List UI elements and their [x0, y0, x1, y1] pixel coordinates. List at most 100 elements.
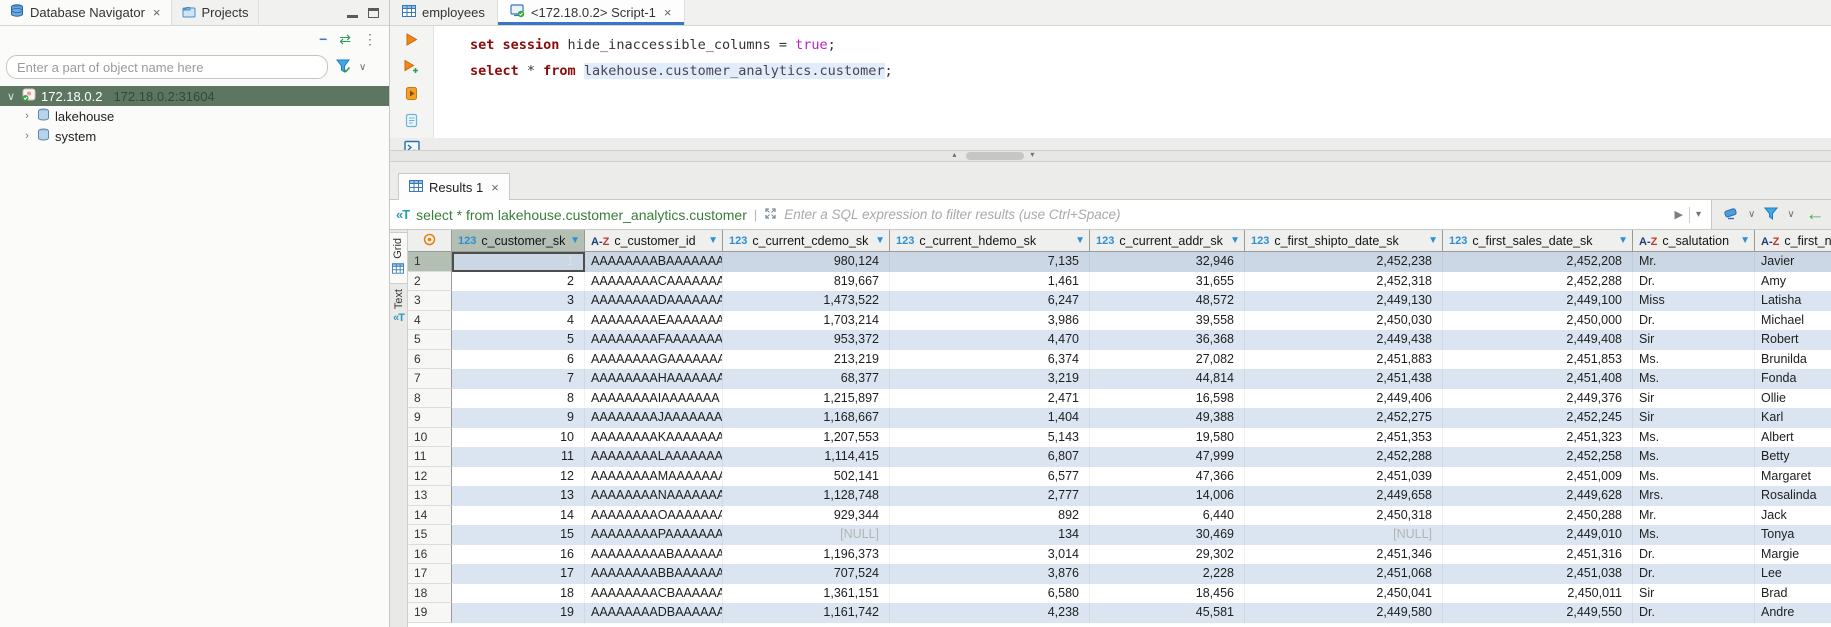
- column-header-c_first_name[interactable]: A-Zc_first_name▼: [1755, 230, 1831, 251]
- cell-c_first_sales_date_sk[interactable]: 2,452,258: [1443, 447, 1633, 467]
- cell-c_first_name[interactable]: Betty: [1755, 447, 1831, 467]
- cell-c_current_hdemo_sk[interactable]: 7,135: [890, 252, 1090, 272]
- cell-c_current_addr_sk[interactable]: 31,655: [1090, 272, 1245, 292]
- expand-filter-icon[interactable]: [764, 207, 777, 223]
- cell-c_first_name[interactable]: Brunilda: [1755, 350, 1831, 370]
- cell-c_current_cdemo_sk[interactable]: 707,524: [723, 564, 890, 584]
- cell-c_salutation[interactable]: Dr.: [1633, 545, 1755, 565]
- row-number[interactable]: 10: [408, 428, 452, 448]
- row-number[interactable]: 2: [408, 272, 452, 292]
- cell-c_first_name[interactable]: Rosalinda: [1755, 486, 1831, 506]
- cell-c_salutation[interactable]: Ms.: [1633, 447, 1755, 467]
- cell-c_first_name[interactable]: Tonya: [1755, 525, 1831, 545]
- cell-c_current_hdemo_sk[interactable]: 4,470: [890, 330, 1090, 350]
- cell-c_first_sales_date_sk[interactable]: 2,451,323: [1443, 428, 1633, 448]
- cell-c_first_name[interactable]: Robert: [1755, 330, 1831, 350]
- cell-c_customer_id[interactable]: AAAAAAAAJAAAAAAA: [585, 408, 723, 428]
- cell-c_salutation[interactable]: Dr.: [1633, 311, 1755, 331]
- cell-c_current_addr_sk[interactable]: 47,366: [1090, 467, 1245, 487]
- sql-code[interactable]: set session hide_inaccessible_columns = …: [434, 26, 893, 138]
- tree-item-connection[interactable]: ∨ 172.18.0.2 172.18.0.2:31604: [0, 86, 389, 106]
- cell-c_customer_sk[interactable]: 1: [452, 252, 585, 272]
- maximize-icon[interactable]: [368, 8, 379, 18]
- cell-c_current_addr_sk[interactable]: 36,368: [1090, 330, 1245, 350]
- column-header-c_first_shipto_date_sk[interactable]: 123c_first_shipto_date_sk▼: [1245, 230, 1443, 251]
- clear-filter-icon[interactable]: [1722, 206, 1739, 223]
- cell-c_current_cdemo_sk[interactable]: 1,196,373: [723, 545, 890, 565]
- cell-c_current_addr_sk[interactable]: 48,572: [1090, 291, 1245, 311]
- cell-c_current_hdemo_sk[interactable]: 6,374: [890, 350, 1090, 370]
- cell-c_customer_sk[interactable]: 2: [452, 272, 585, 292]
- cell-c_first_shipto_date_sk[interactable]: [NULL]: [1245, 525, 1443, 545]
- cell-c_current_addr_sk[interactable]: 30,469: [1090, 525, 1245, 545]
- sort-dropdown-icon[interactable]: ▼: [1230, 235, 1240, 246]
- close-icon[interactable]: ×: [664, 5, 672, 20]
- cell-c_first_name[interactable]: Fonda: [1755, 369, 1831, 389]
- cell-c_salutation[interactable]: Ms.: [1633, 525, 1755, 545]
- cell-c_salutation[interactable]: Dr.: [1633, 603, 1755, 623]
- cell-c_first_sales_date_sk[interactable]: 2,449,010: [1443, 525, 1633, 545]
- cell-c_customer_id[interactable]: AAAAAAAAHAAAAAAA: [585, 369, 723, 389]
- column-header-c_current_hdemo_sk[interactable]: 123c_current_hdemo_sk▼: [890, 230, 1090, 251]
- cell-c_current_hdemo_sk[interactable]: 3,219: [890, 369, 1090, 389]
- cell-c_first_shipto_date_sk[interactable]: 2,452,288: [1245, 447, 1443, 467]
- cell-c_first_sales_date_sk[interactable]: 2,451,853: [1443, 350, 1633, 370]
- cell-c_customer_sk[interactable]: 13: [452, 486, 585, 506]
- cell-c_current_cdemo_sk[interactable]: 1,473,522: [723, 291, 890, 311]
- cell-c_current_hdemo_sk[interactable]: 3,876: [890, 564, 1090, 584]
- cell-c_current_hdemo_sk[interactable]: 1,404: [890, 408, 1090, 428]
- column-header-c_first_sales_date_sk[interactable]: 123c_first_sales_date_sk▼: [1443, 230, 1633, 251]
- cell-c_customer_id[interactable]: AAAAAAAAMAAAAAAA: [585, 467, 723, 487]
- cell-c_first_sales_date_sk[interactable]: 2,450,288: [1443, 506, 1633, 526]
- cell-c_first_name[interactable]: Jack: [1755, 506, 1831, 526]
- execute-new-tab-icon[interactable]: [403, 59, 420, 77]
- filter-expression-input[interactable]: «T select * from lakehouse.customer_anal…: [390, 200, 1712, 229]
- cell-c_current_hdemo_sk[interactable]: 6,247: [890, 291, 1090, 311]
- cell-c_salutation[interactable]: Dr.: [1633, 564, 1755, 584]
- cell-c_current_cdemo_sk[interactable]: 213,219: [723, 350, 890, 370]
- cell-c_customer_id[interactable]: AAAAAAAACAAAAAAA: [585, 272, 723, 292]
- cell-c_first_sales_date_sk[interactable]: 2,449,628: [1443, 486, 1633, 506]
- cell-c_current_cdemo_sk[interactable]: 1,361,151: [723, 584, 890, 604]
- cell-c_current_cdemo_sk[interactable]: 1,207,553: [723, 428, 890, 448]
- cell-c_current_addr_sk[interactable]: 16,598: [1090, 389, 1245, 409]
- cell-c_salutation[interactable]: Mrs.: [1633, 486, 1755, 506]
- cell-c_first_shipto_date_sk[interactable]: 2,450,030: [1245, 311, 1443, 331]
- cell-c_salutation[interactable]: Ms.: [1633, 428, 1755, 448]
- cell-c_customer_id[interactable]: AAAAAAAAABAAAAAA: [585, 545, 723, 565]
- cell-c_customer_id[interactable]: AAAAAAAADBAAAAAA: [585, 603, 723, 623]
- row-number[interactable]: 1: [408, 252, 452, 272]
- tab-database-navigator[interactable]: Database Navigator ×: [0, 0, 172, 25]
- cell-c_first_shipto_date_sk[interactable]: 2,452,318: [1245, 272, 1443, 292]
- cell-c_first_shipto_date_sk[interactable]: 2,449,658: [1245, 486, 1443, 506]
- cell-c_customer_sk[interactable]: 18: [452, 584, 585, 604]
- cell-c_current_cdemo_sk[interactable]: 502,141: [723, 467, 890, 487]
- cell-c_current_cdemo_sk[interactable]: 1,114,415: [723, 447, 890, 467]
- cell-c_current_addr_sk[interactable]: 6,440: [1090, 506, 1245, 526]
- row-number[interactable]: 7: [408, 369, 452, 389]
- cell-c_first_shipto_date_sk[interactable]: 2,449,580: [1245, 603, 1443, 623]
- cell-c_first_sales_date_sk[interactable]: 2,449,408: [1443, 330, 1633, 350]
- row-number[interactable]: 18: [408, 584, 452, 604]
- cell-c_customer_id[interactable]: AAAAAAAADAAAAAAA: [585, 291, 723, 311]
- cell-c_first_name[interactable]: Brad: [1755, 584, 1831, 604]
- chevron-down-icon[interactable]: ∨: [1748, 209, 1755, 220]
- cell-c_current_hdemo_sk[interactable]: 2,777: [890, 486, 1090, 506]
- cell-c_salutation[interactable]: Ms.: [1633, 369, 1755, 389]
- row-number[interactable]: 17: [408, 564, 452, 584]
- tree-item-lakehouse[interactable]: › lakehouse: [0, 106, 389, 126]
- cell-c_current_cdemo_sk[interactable]: 980,124: [723, 252, 890, 272]
- sql-editor[interactable]: set session hide_inaccessible_columns = …: [390, 26, 1831, 138]
- cell-c_customer_sk[interactable]: 8: [452, 389, 585, 409]
- cell-c_first_name[interactable]: Karl: [1755, 408, 1831, 428]
- tab-results-1[interactable]: Results 1 ×: [398, 173, 510, 200]
- row-number[interactable]: 8: [408, 389, 452, 409]
- row-number[interactable]: 5: [408, 330, 452, 350]
- row-number[interactable]: 11: [408, 447, 452, 467]
- sort-dropdown-icon[interactable]: ▼: [708, 235, 718, 246]
- cell-c_current_addr_sk[interactable]: 39,558: [1090, 311, 1245, 331]
- execute-statement-icon[interactable]: [404, 32, 419, 50]
- cell-c_current_hdemo_sk[interactable]: 4,238: [890, 603, 1090, 623]
- cell-c_customer_sk[interactable]: 14: [452, 506, 585, 526]
- cell-c_first_sales_date_sk[interactable]: 2,452,245: [1443, 408, 1633, 428]
